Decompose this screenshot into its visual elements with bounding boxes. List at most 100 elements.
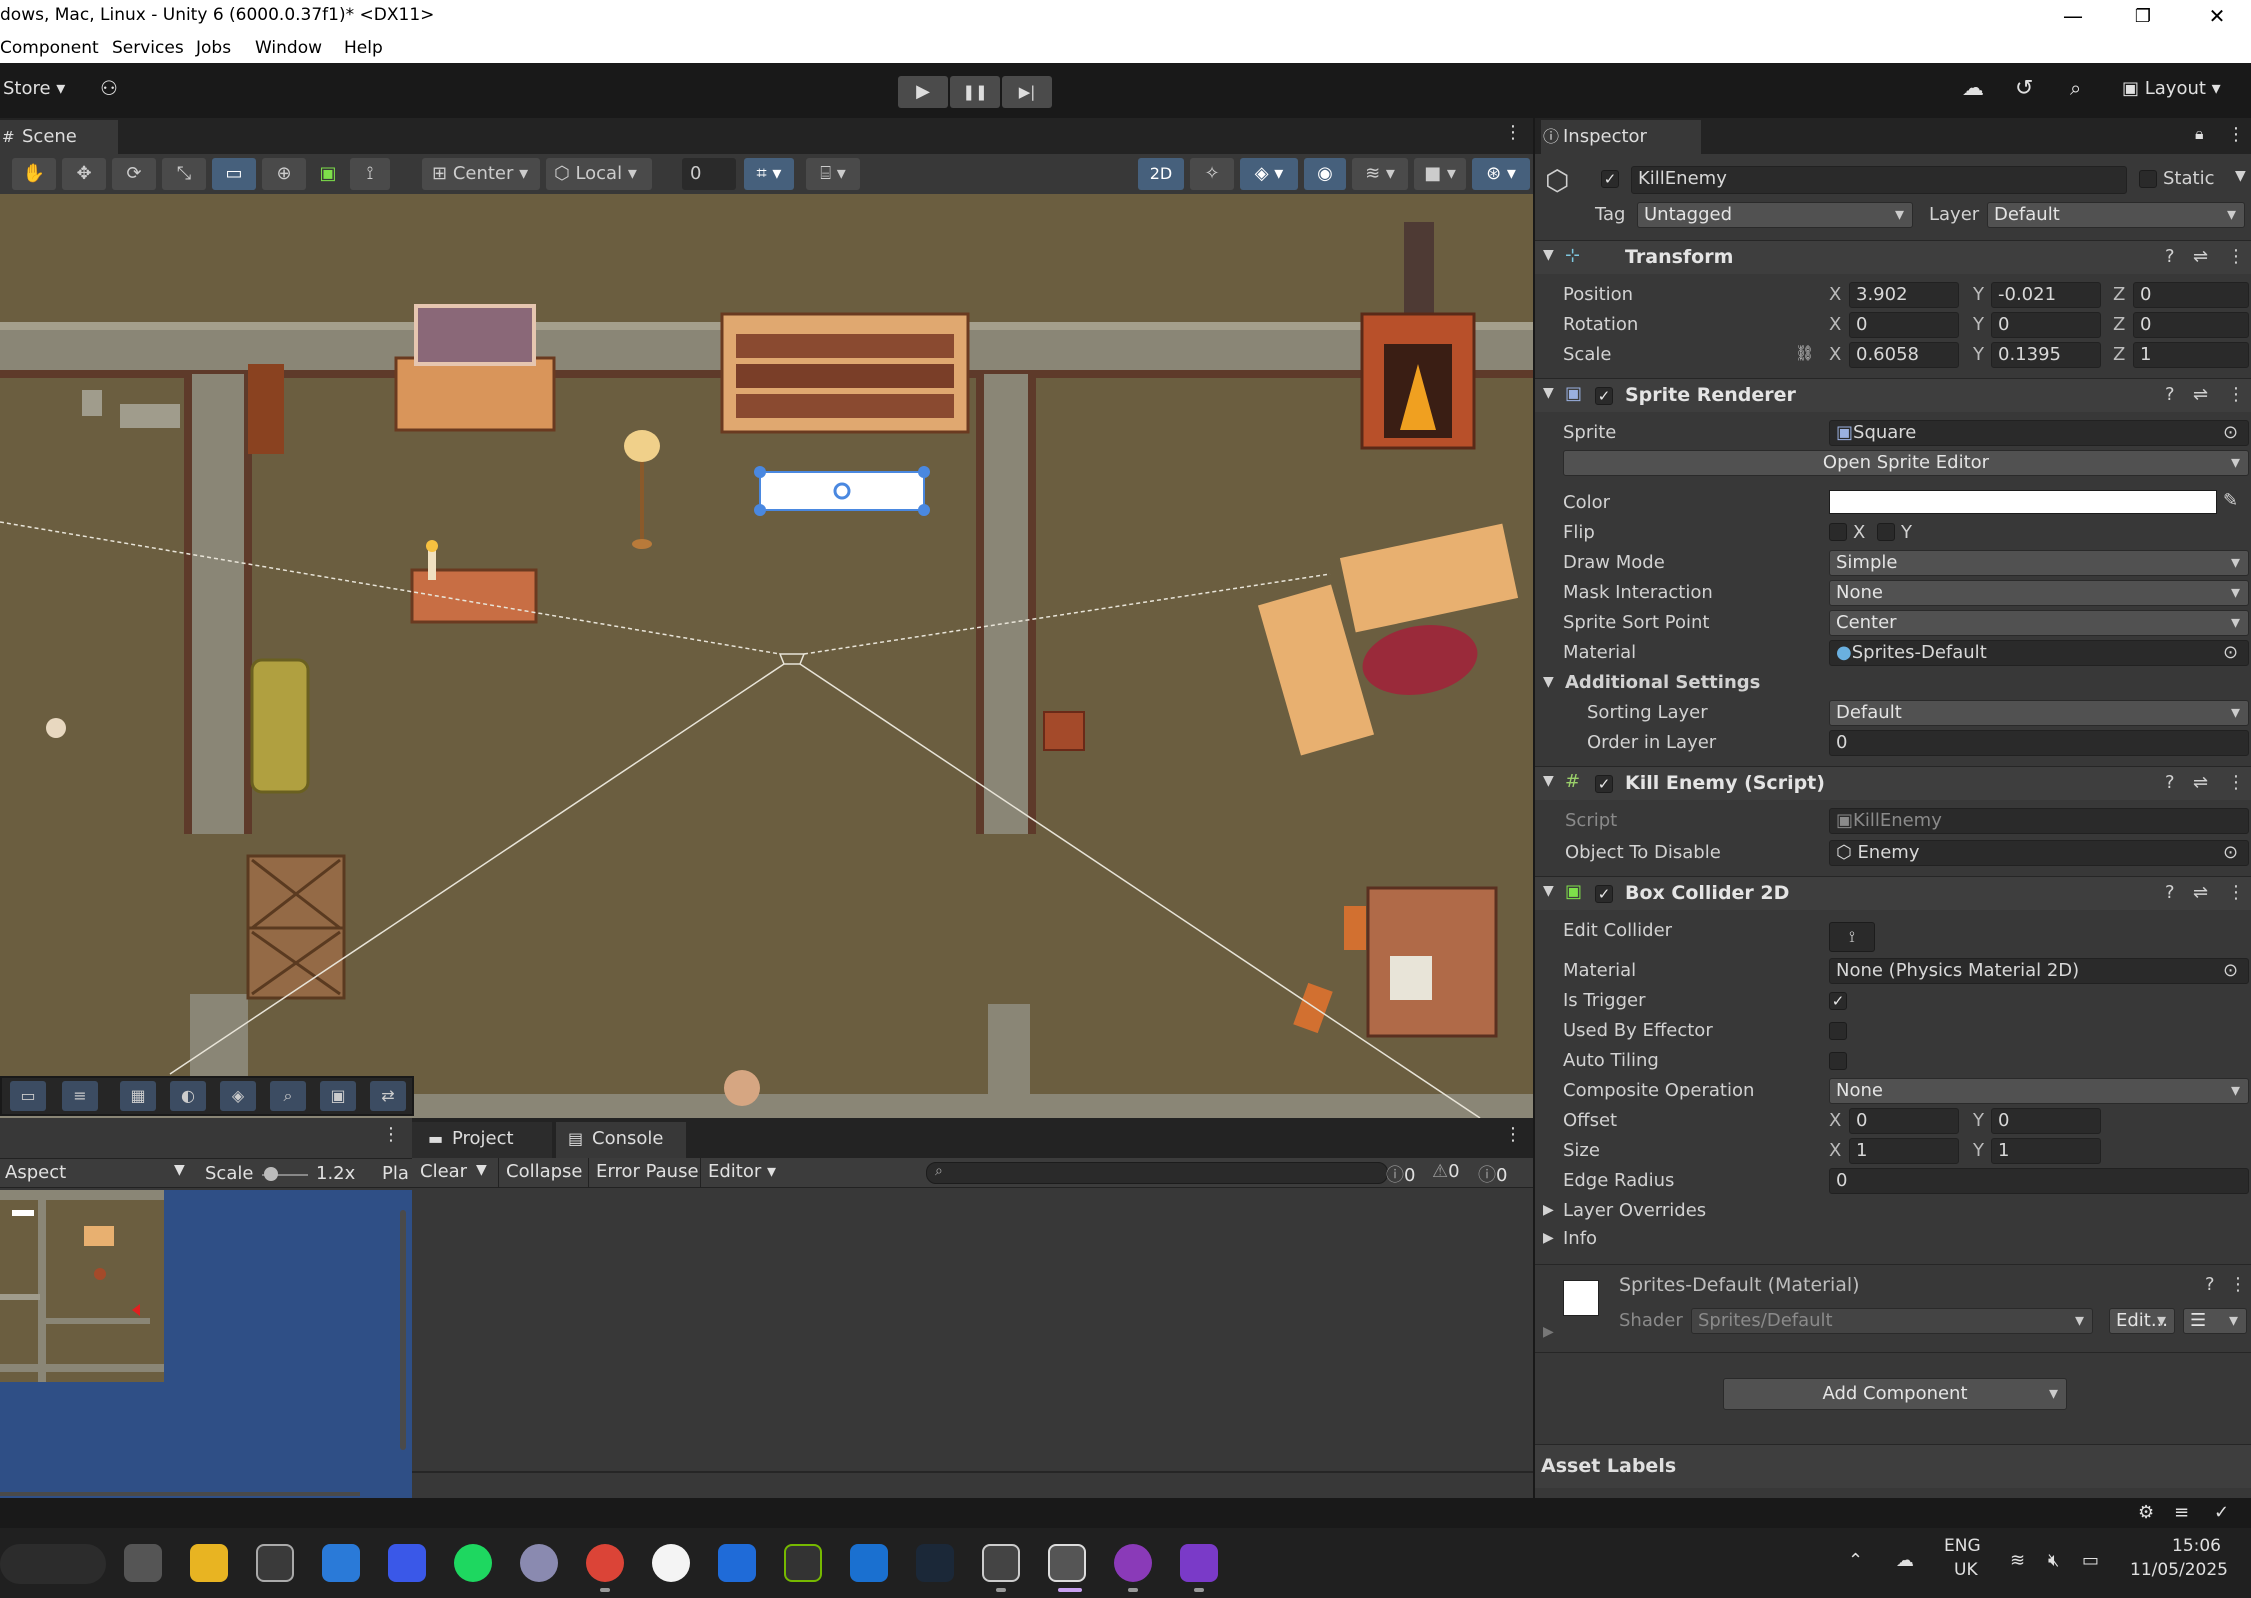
help-icon[interactable]: ? — [2165, 882, 2175, 903]
script-enabled-checkbox[interactable]: ✓ — [1595, 775, 1613, 793]
static-checkbox[interactable] — [2139, 170, 2157, 188]
physics-material-field[interactable]: None (Physics Material 2D) — [1829, 958, 2249, 984]
box-collider-header[interactable]: ▼ ▣ ✓ Box Collider 2D ? ⇌ ⋮ — [1535, 876, 2251, 910]
component-menu-icon[interactable]: ⋮ — [2227, 384, 2245, 405]
eyedropper-icon[interactable]: ✎ — [2223, 490, 2238, 511]
visibility-eye-icon[interactable]: ◉ — [1304, 158, 1346, 190]
sprite-field[interactable]: ▣Square — [1829, 420, 2249, 446]
presets-icon[interactable]: ⇌ — [2193, 772, 2208, 793]
tag-dropdown[interactable]: Untagged — [1637, 202, 1913, 228]
component-menu-icon[interactable]: ⋮ — [2227, 882, 2245, 903]
game-scrollbar-vertical[interactable] — [400, 1210, 406, 1450]
draw-mode-dropdown[interactable]: Simple — [1829, 550, 2249, 576]
foldout-arrow-icon[interactable]: ▶ — [1543, 1324, 1554, 1340]
tab-console[interactable]: ▤ Console — [556, 1122, 686, 1158]
hand-tool-icon[interactable]: ✋ — [12, 158, 56, 190]
shader-dropdown[interactable]: Sprites/Default — [1691, 1308, 2093, 1334]
close-button[interactable]: ✕ — [2184, 0, 2250, 33]
warning-count-badge[interactable]: ⚠0 — [1432, 1161, 1460, 1182]
foldout-arrow-icon[interactable]: ▼ — [1543, 674, 1554, 690]
object-picker-icon[interactable]: ⊙ — [2223, 842, 2238, 863]
used-by-effector-checkbox[interactable] — [1829, 1022, 1847, 1040]
overlay-light-icon[interactable]: ◐ — [170, 1081, 206, 1111]
flip-y-checkbox[interactable] — [1877, 523, 1895, 541]
file-explorer-icon[interactable] — [190, 1544, 228, 1582]
clock-date[interactable]: 11/05/2025 — [2130, 1560, 2228, 1580]
add-component-button[interactable]: Add Component — [1723, 1378, 2067, 1410]
position-y-field[interactable]: -0.021 — [1991, 282, 2101, 308]
scale-z-field[interactable]: 1 — [2133, 342, 2249, 368]
error-count-badge[interactable]: ⓘ0 — [1478, 1161, 1507, 1187]
rotation-z-field[interactable]: 0 — [2133, 312, 2249, 338]
keyboard-indicator[interactable]: UK — [1954, 1560, 1978, 1580]
component-menu-icon[interactable]: ⋮ — [2227, 246, 2245, 267]
game-menu-icon[interactable]: ⋮ — [382, 1124, 400, 1145]
battery-icon[interactable]: ▭ — [2082, 1550, 2099, 1571]
presets-icon[interactable]: ⇌ — [2193, 882, 2208, 903]
outlook-icon[interactable] — [850, 1544, 888, 1582]
overlay-search-icon[interactable]: ⌕ — [270, 1081, 306, 1111]
grid-snap-icon[interactable]: ⌗ ▾ — [744, 158, 794, 190]
store-icon[interactable] — [322, 1544, 360, 1582]
foldout-arrow-icon[interactable]: ▼ — [1543, 883, 1554, 899]
unity-hub-icon[interactable] — [256, 1544, 294, 1582]
overlay-grid-icon[interactable]: ▦ — [120, 1081, 156, 1111]
pause-button[interactable]: ❚❚ — [950, 76, 1000, 108]
presets-icon[interactable]: ⇌ — [2193, 246, 2208, 267]
effects-toggle-icon[interactable]: ◈ ▾ — [1240, 158, 1298, 190]
log-count-badge[interactable]: ⓘ0 — [1386, 1161, 1415, 1187]
sprite-renderer-enabled-checkbox[interactable]: ✓ — [1595, 387, 1613, 405]
play-mode-dropdown[interactable]: Pla — [382, 1163, 409, 1184]
overlay-camera-icon[interactable]: ▣ — [320, 1081, 356, 1111]
menu-jobs[interactable]: Jobs — [196, 38, 231, 58]
menu-window[interactable]: Window — [255, 38, 322, 58]
mask-interaction-dropdown[interactable]: None — [1829, 580, 2249, 606]
overlay-rect-icon[interactable]: ▭ — [10, 1081, 46, 1111]
help-icon[interactable]: ? — [2205, 1274, 2215, 1295]
edit-shader-button[interactable]: Edit... — [2109, 1308, 2175, 1334]
task-view-icon[interactable] — [124, 1544, 162, 1582]
layer-dropdown[interactable]: Default — [1987, 202, 2245, 228]
collider-enabled-checkbox[interactable]: ✓ — [1595, 885, 1613, 903]
scale-y-field[interactable]: 0.1395 — [1991, 342, 2101, 368]
language-indicator[interactable]: ENG — [1944, 1536, 1981, 1556]
collider-edit-icon[interactable]: ▣ — [312, 158, 344, 190]
lock-icon[interactable]: 🔒︎ — [2195, 124, 2204, 144]
help-icon[interactable]: ? — [2165, 384, 2175, 405]
shader-options-icon[interactable]: ☰ — [2183, 1308, 2247, 1334]
help-icon[interactable]: ? — [2165, 772, 2175, 793]
unity-icon[interactable] — [982, 1544, 1020, 1582]
tab-project[interactable]: ▬ Project — [412, 1122, 552, 1158]
object-name-field[interactable]: KillEnemy — [1631, 166, 2127, 194]
position-x-field[interactable]: 3.902 — [1849, 282, 1959, 308]
constrain-proportions-icon[interactable]: ⛓ — [1795, 344, 1814, 362]
edit-collider-button[interactable]: ⟟ — [1829, 922, 1875, 952]
unity-editor-icon[interactable] — [1048, 1544, 1086, 1582]
static-dropdown-icon[interactable]: ▼ — [2235, 168, 2246, 184]
active-checkbox[interactable]: ✓ — [1601, 170, 1619, 188]
minimize-button[interactable]: — — [2040, 0, 2106, 33]
tab-inspector[interactable]: ⓘ Inspector — [1541, 120, 1701, 154]
step-button[interactable]: ▶| — [1002, 76, 1052, 108]
presets-icon[interactable]: ⇌ — [2193, 384, 2208, 405]
snap-increment-field[interactable]: 0 — [682, 158, 736, 190]
aspect-dropdown[interactable]: Aspect — [5, 1162, 66, 1183]
kill-enemy-header[interactable]: ▼ # ✓ Kill Enemy (Script) ? ⇌ ⋮ — [1535, 766, 2251, 800]
progress-check-icon[interactable]: ✓ — [2214, 1502, 2229, 1523]
overlay-layers-icon[interactable]: ◈ — [220, 1081, 256, 1111]
composite-operation-dropdown[interactable]: None — [1829, 1078, 2249, 1104]
auto-tiling-checkbox[interactable] — [1829, 1052, 1847, 1070]
clock-time[interactable]: 15:06 — [2172, 1536, 2221, 1556]
console-menu-icon[interactable]: ⋮ — [1504, 1124, 1522, 1145]
pivot-dropdown[interactable]: ⊞ Center ▾ — [422, 158, 540, 190]
open-sprite-editor-button[interactable]: Open Sprite Editor — [1563, 450, 2249, 476]
collapse-button[interactable]: Collapse — [506, 1161, 583, 1182]
scene-viewport[interactable]: ▭ ≡ ▦ ◐ ◈ ⌕ ▣ ⇄ — [0, 194, 1533, 1118]
sorting-layer-dropdown[interactable]: Default — [1829, 700, 2249, 726]
size-x-field[interactable]: 1 — [1849, 1138, 1959, 1164]
gizmos-icon[interactable]: ⊛ ▾ — [1472, 158, 1530, 190]
visual-studio-icon[interactable] — [1180, 1544, 1218, 1582]
menu-services[interactable]: Services — [112, 38, 184, 58]
taskbar-search-box[interactable] — [0, 1544, 106, 1584]
order-in-layer-field[interactable]: 0 — [1829, 730, 2249, 756]
